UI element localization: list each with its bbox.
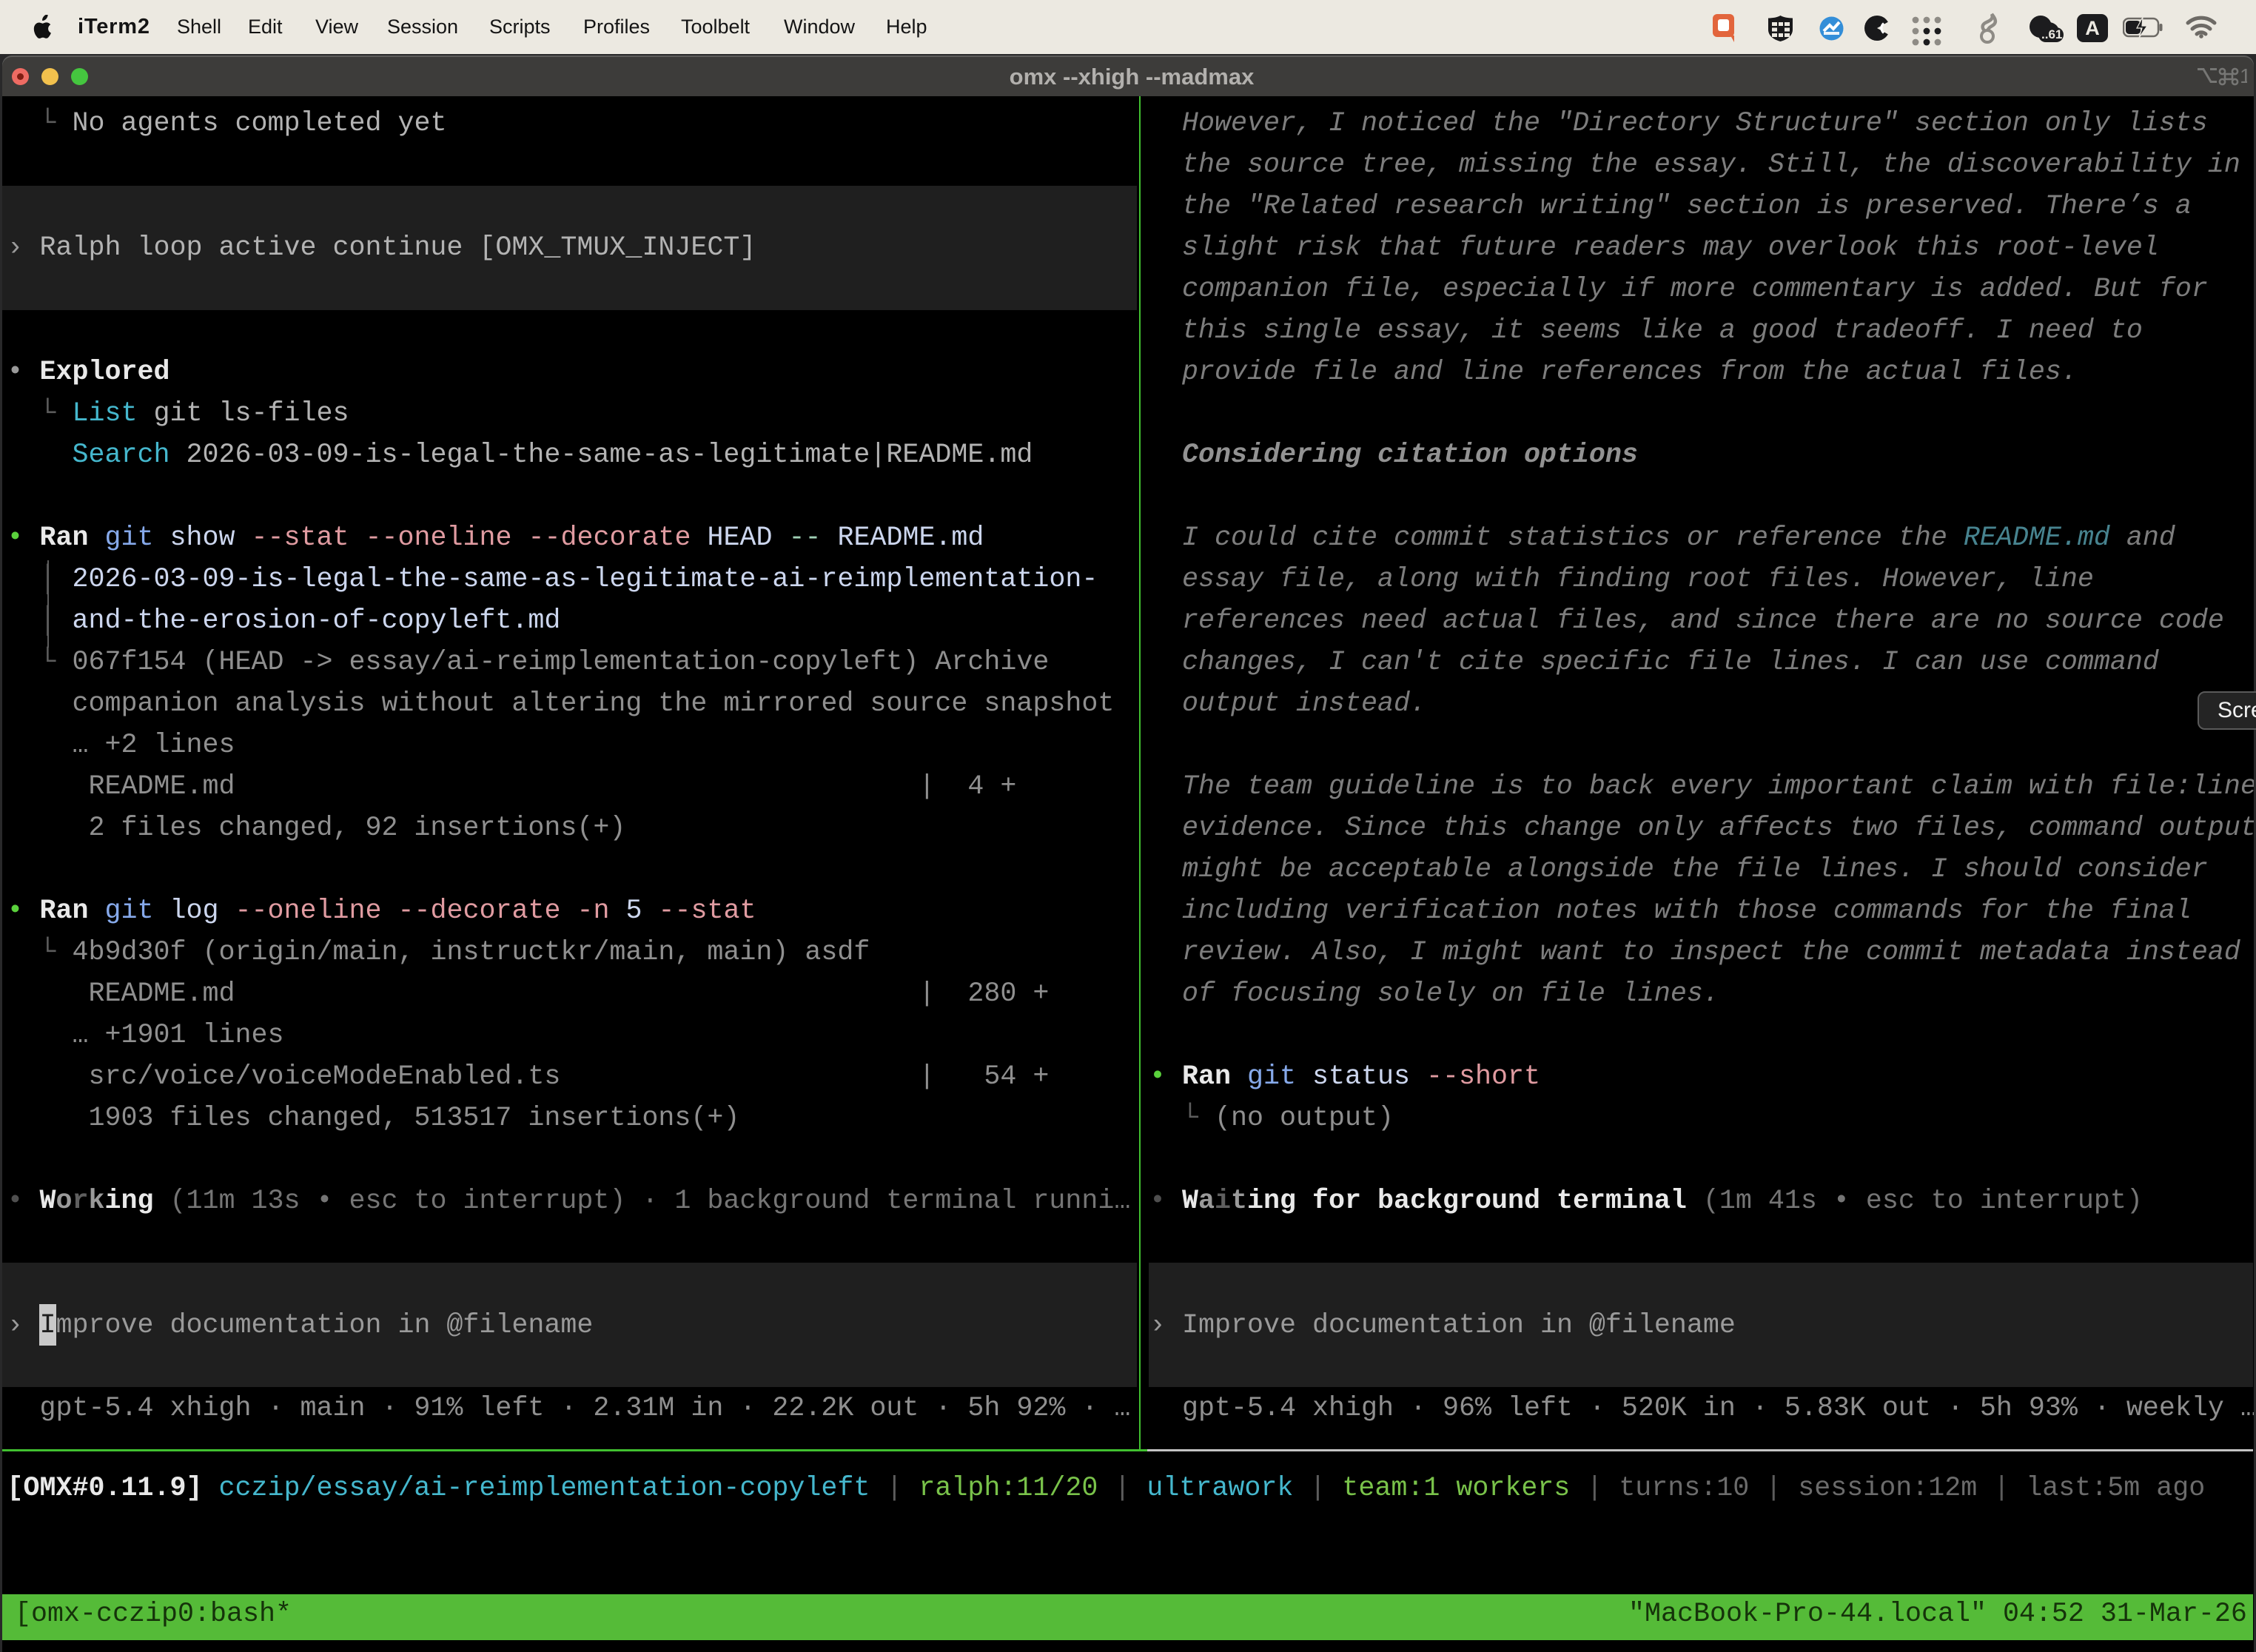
svg-text:1: 1 <box>2240 64 2247 87</box>
svg-text:..61: ..61 <box>2041 27 2062 41</box>
